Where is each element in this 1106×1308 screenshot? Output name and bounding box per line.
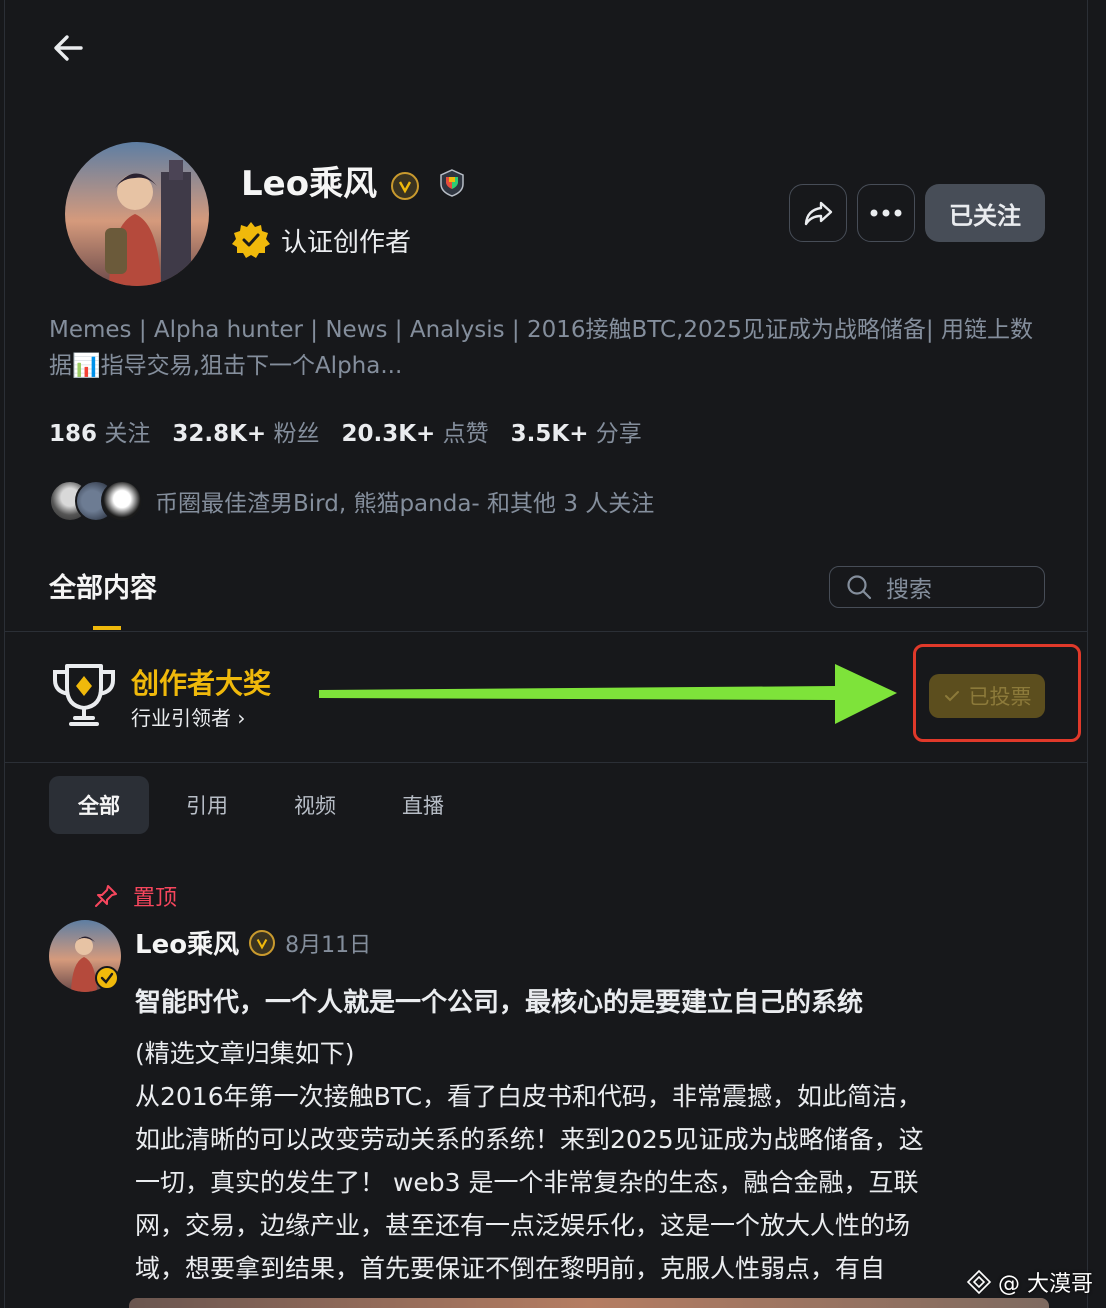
more-button[interactable]: [857, 184, 915, 242]
avatar: [101, 480, 143, 522]
award-subtitle[interactable]: 行业引领者 ›: [131, 702, 245, 731]
pinned-indicator: 置顶: [93, 880, 177, 912]
watermark-logo-icon: [966, 1269, 992, 1295]
annotation-arrow: [315, 660, 905, 734]
post-body-line: 如此清晰的可以改变劳动关系的系统！来到2025见证成为战略储备，这: [135, 1125, 924, 1154]
post-body-line: (精选文章归集如下): [135, 1039, 355, 1068]
filter-quote[interactable]: 引用: [163, 776, 251, 834]
stat-value: 186: [49, 421, 98, 447]
stat-value: 20.3K+: [341, 421, 436, 447]
stat-label: 粉丝: [273, 421, 320, 447]
voted-button[interactable]: 已投票: [929, 674, 1045, 718]
trophy-icon: [49, 662, 119, 732]
profile-page: Leo乘风 认证创作者 已关注 Memes | Alpha hunter | N…: [4, 0, 1088, 1308]
watermark: @ 大漠哥: [966, 1266, 1093, 1298]
pin-icon: [95, 885, 117, 907]
creator-level-icon: [390, 171, 419, 200]
active-tab-indicator: [93, 626, 121, 630]
post-author: Leo乘风 8月11日: [135, 924, 371, 961]
stat-label: 分享: [595, 421, 642, 447]
verified-label: 认证创作者: [281, 227, 412, 258]
creator-level-icon: [249, 929, 276, 956]
arrow-left-icon: [54, 35, 83, 61]
post-title[interactable]: 智能时代，一个人就是一个公司，最核心的是要建立自己的系统: [135, 982, 863, 1019]
post-body-line: 域，想要拿到结果，首先要保证不倒在黎明前，克服人性弱点，有自: [135, 1254, 886, 1283]
profile-stats: 186 关注 32.8K+ 粉丝 20.3K+ 点赞 3.5K+ 分享: [49, 414, 642, 448]
mutual-followers-text: 币圈最佳渣男Bird, 熊猫panda- 和其他 3 人关注: [155, 491, 655, 517]
stat-following[interactable]: 186 关注: [49, 414, 150, 448]
stat-value: 3.5K+: [510, 421, 589, 447]
profile-name: Leo乘风: [241, 156, 465, 206]
post-body-line: 从2016年第一次接触BTC，看了白皮书和代码，非常震撼，如此简洁，: [135, 1082, 923, 1111]
post-author-avatar[interactable]: [49, 920, 121, 992]
award-title[interactable]: 创作者大奖: [131, 662, 271, 702]
search-placeholder: 搜索: [886, 577, 932, 603]
post-date: 8月11日: [285, 932, 372, 958]
divider: [5, 762, 1087, 763]
divider: [5, 631, 1087, 632]
avatar: [65, 142, 209, 286]
voted-label: 已投票: [968, 685, 1032, 709]
filter-video[interactable]: 视频: [271, 776, 359, 834]
post-body-line: 一切，真实的发生了！ web3 是一个非常复杂的生态，融合金融，互联: [135, 1168, 919, 1197]
stat-value: 32.8K+: [172, 421, 267, 447]
tab-all-content[interactable]: 全部内容: [49, 566, 157, 605]
filter-all[interactable]: 全部: [49, 776, 149, 834]
more-dots-icon: [870, 209, 902, 217]
share-icon: [804, 201, 833, 226]
filter-live[interactable]: 直播: [379, 776, 467, 834]
stat-label: 关注: [104, 421, 151, 447]
verified-badge-icon: [232, 222, 270, 258]
share-button[interactable]: [789, 184, 847, 242]
check-icon: [944, 691, 959, 702]
verified-creator: 认证创作者: [231, 220, 411, 260]
stat-likes: 20.3K+ 点赞: [341, 414, 488, 448]
post-body-line: 网，交易，边缘产业，甚至还有一点泛娱乐化，这是一个放大人性的场: [135, 1211, 911, 1240]
pinned-label: 置顶: [133, 886, 178, 911]
search-input[interactable]: 搜索: [829, 566, 1045, 608]
following-button[interactable]: 已关注: [925, 184, 1045, 242]
post-body[interactable]: (精选文章归集如下) 从2016年第一次接触BTC，看了白皮书和代码，非常震撼，…: [135, 1032, 1045, 1290]
back-button[interactable]: [49, 28, 89, 68]
mutual-avatars: [49, 480, 143, 522]
mutual-followers[interactable]: 币圈最佳渣男Bird, 熊猫panda- 和其他 3 人关注: [49, 480, 654, 522]
profile-name-text: Leo乘风: [241, 164, 378, 204]
post-author-name[interactable]: Leo乘风: [135, 924, 239, 961]
watermark-text: @ 大漠哥: [998, 1272, 1093, 1297]
stat-shares: 3.5K+ 分享: [511, 414, 642, 448]
profile-bio: Memes | Alpha hunter | News | Analysis |…: [49, 317, 1033, 379]
stat-label: 点赞: [442, 421, 489, 447]
search-icon: [847, 575, 872, 600]
post-image-preview[interactable]: [129, 1298, 1049, 1308]
stat-followers[interactable]: 32.8K+ 粉丝: [172, 414, 319, 448]
rainbow-shield-icon: [439, 166, 465, 206]
